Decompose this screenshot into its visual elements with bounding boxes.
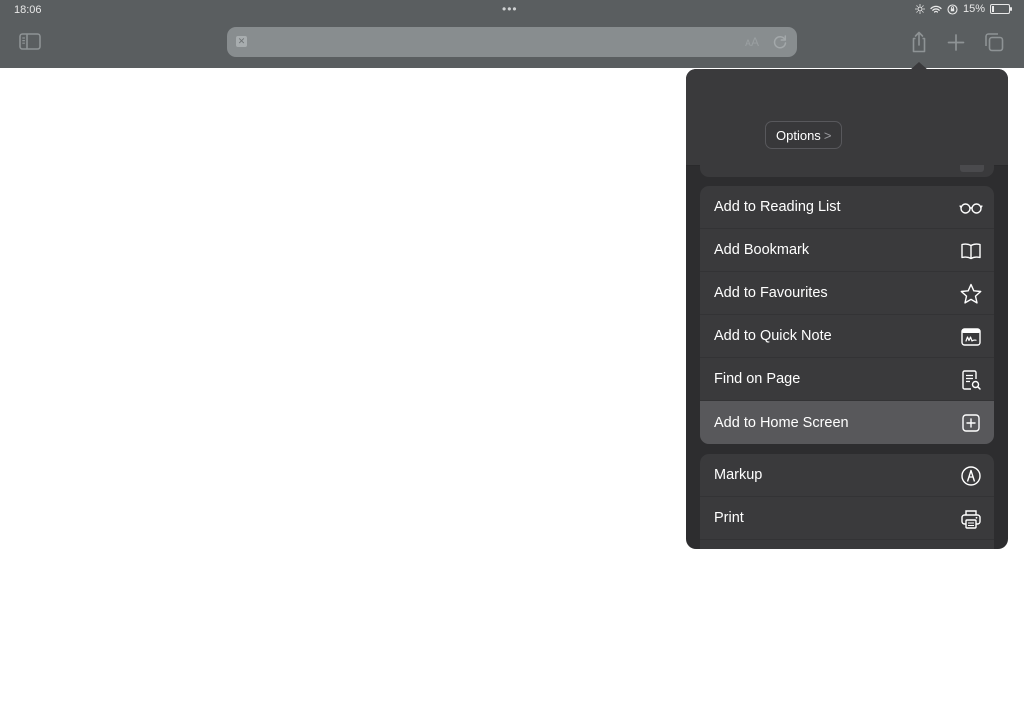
orientation-lock-icon <box>947 3 958 15</box>
markup-row[interactable]: Markup <box>700 454 994 497</box>
add-bookmark-row[interactable]: Add Bookmark <box>700 229 994 272</box>
scrolled-group-edge <box>700 165 994 177</box>
share-sheet-popover: Options > Add to Reading List Add Bookmar… <box>686 69 1008 549</box>
battery-fill <box>992 6 994 12</box>
reader-options-icon[interactable]: ᴀA <box>745 35 759 49</box>
reload-icon[interactable] <box>771 33 789 51</box>
battery-percent: 15% <box>962 3 985 15</box>
printer-icon <box>959 507 983 531</box>
row-label: Add to Favourites <box>714 285 828 301</box>
partial-icon <box>960 165 984 172</box>
find-on-page-icon <box>959 368 983 392</box>
status-indicators: 15% <box>914 3 1012 15</box>
browser-toolbar: 18:06 ••• 15% ✕ ᴀA <box>0 0 1024 68</box>
quick-note-icon <box>959 325 983 349</box>
book-icon <box>959 239 983 263</box>
row-label: Markup <box>714 467 763 483</box>
row-label: Add to Quick Note <box>714 328 832 344</box>
plus-square-icon <box>959 411 983 435</box>
row-label: Print <box>714 510 744 526</box>
status-time: 18:06 <box>14 4 42 16</box>
page-favicon-icon: ✕ <box>236 36 247 47</box>
actions-group: Add to Reading List Add Bookmark Add to … <box>700 186 994 444</box>
next-row-edge <box>700 540 994 549</box>
address-bar[interactable]: ✕ ᴀA <box>227 27 797 57</box>
share-sheet-header: Options > <box>686 69 1008 166</box>
battery-icon <box>990 4 1012 14</box>
wifi-icon <box>930 5 942 14</box>
row-label: Add to Home Screen <box>714 414 849 431</box>
share-icon[interactable] <box>908 30 930 54</box>
markup-icon <box>959 464 983 488</box>
add-to-home-screen-row[interactable]: Add to Home Screen <box>700 401 994 444</box>
glasses-icon <box>959 196 983 220</box>
row-label: Add Bookmark <box>714 242 810 258</box>
options-button[interactable]: Options > <box>765 121 843 149</box>
tabs-overview-icon[interactable] <box>983 30 1005 54</box>
add-to-reading-list-row[interactable]: Add to Reading List <box>700 186 994 229</box>
add-to-quick-note-row[interactable]: Add to Quick Note <box>700 315 994 358</box>
new-tab-icon[interactable] <box>945 30 967 54</box>
options-label: Options <box>776 128 821 143</box>
chevron-right-icon: > <box>823 128 832 143</box>
star-icon <box>959 282 983 306</box>
add-to-favourites-row[interactable]: Add to Favourites <box>700 272 994 315</box>
markup-print-group: Markup Print <box>700 454 994 549</box>
find-on-page-row[interactable]: Find on Page <box>700 358 994 401</box>
row-label: Find on Page <box>714 371 801 387</box>
multitasking-dots[interactable]: ••• <box>502 2 518 16</box>
print-row[interactable]: Print <box>700 497 994 540</box>
row-label: Add to Reading List <box>714 199 841 215</box>
sidebar-toggle-icon[interactable] <box>19 33 41 50</box>
brightness-icon <box>914 4 925 14</box>
